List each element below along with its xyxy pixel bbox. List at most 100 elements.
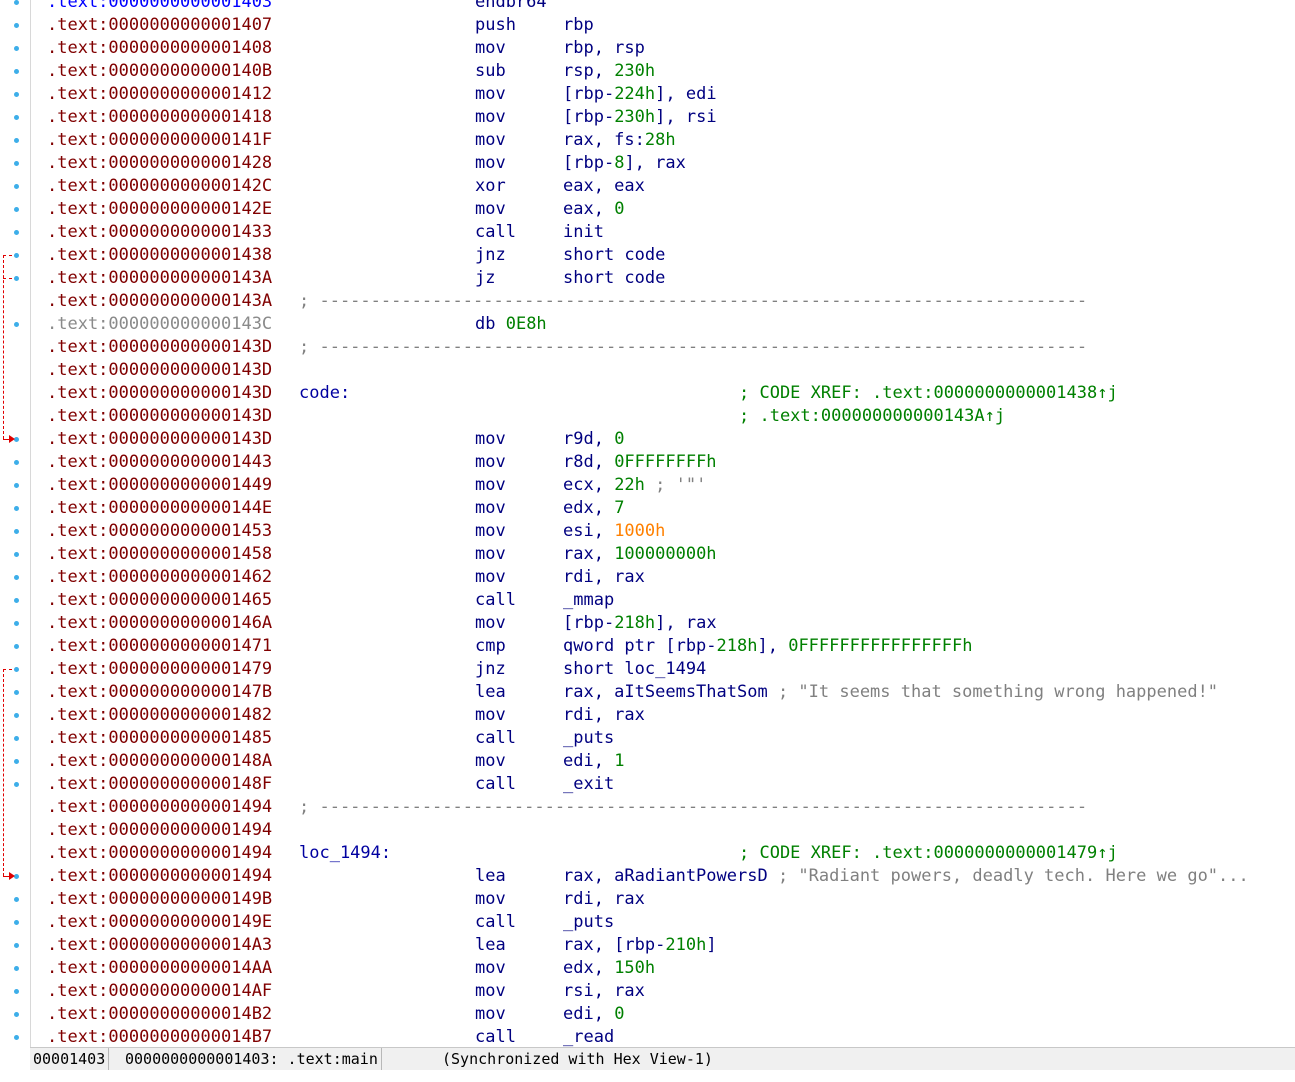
operand-token: ], edi [655, 84, 717, 104]
operand-token: _exit [563, 774, 615, 794]
instruction-mnemonic: jz [475, 268, 496, 288]
instruction-mnemonic: mov [475, 958, 506, 978]
instruction-mnemonic: mov [475, 751, 506, 771]
instruction-mnemonic: mov [475, 38, 506, 58]
instruction-operands[interactable]: _puts [563, 727, 614, 750]
instruction-operands[interactable]: rsi, rax [563, 980, 645, 1003]
line-address: .text:0000000000001438 [47, 245, 273, 265]
instruction-operands[interactable]: [rbp-218h], rax [563, 612, 717, 635]
line-address: .text:000000000000143D [47, 337, 273, 357]
line-address: .text:0000000000001418 [47, 107, 273, 127]
operand-token: esi, [563, 521, 615, 541]
instruction-operands[interactable]: short code [563, 267, 665, 290]
line-address: .text:0000000000001428 [47, 153, 273, 173]
instruction-operands[interactable]: rsp, 230h [563, 60, 655, 83]
operand-token: [rbp- [563, 107, 615, 127]
operand-token: rax, fs: [563, 130, 645, 150]
operand-token: ], rsi [655, 107, 717, 127]
operand-token: rsi, rax [563, 981, 645, 1001]
xref-comment: ; .text:000000000000143A↑j [739, 406, 1006, 426]
line-address: .text:000000000000143C [47, 314, 273, 334]
instruction-mnemonic: call [475, 774, 516, 794]
separator-line: ; --------------------------------------… [299, 797, 1088, 817]
operand-token: ], [757, 636, 789, 656]
operand-token: eax, eax [563, 176, 645, 196]
operand-token: rsp, [563, 61, 615, 81]
instruction-mnemonic: call [475, 222, 516, 242]
line-address: .text:0000000000001412 [47, 84, 273, 104]
instruction-operands[interactable]: [rbp-230h], rsi [563, 106, 717, 129]
line-address: .text:000000000000141F [47, 130, 273, 150]
status-location: 0000000000001403: .text:main [122, 1048, 382, 1070]
instruction-operands[interactable]: short code [563, 244, 665, 267]
directive-value: 0E8h [505, 314, 547, 334]
line-address: .text:00000000000014B2 [47, 1004, 273, 1024]
operand-token: 150h [614, 958, 656, 978]
instruction-mnemonic: call [475, 1027, 516, 1047]
instruction-mnemonic: call [475, 912, 516, 932]
instruction-operands[interactable]: eax, eax [563, 175, 645, 198]
instruction-mnemonic: mov [475, 498, 506, 518]
instruction-operands[interactable]: init [563, 221, 604, 244]
instruction-operands[interactable]: rax, aItSeemsThatSom ; "It seems that so… [563, 681, 1218, 704]
instruction-operands[interactable]: rdi, rax [563, 888, 645, 911]
line-address: .text:00000000000014A3 [47, 935, 273, 955]
instruction-operands[interactable]: ecx, 22h ; '"' [563, 474, 706, 497]
instruction-operands[interactable]: edx, 7 [563, 497, 624, 520]
line-address: .text:0000000000001458 [47, 544, 273, 564]
instruction-mnemonic: xor [475, 176, 506, 196]
instruction-operands[interactable]: esi, 1000h [563, 520, 665, 543]
instruction-operands[interactable]: rdi, rax [563, 566, 645, 589]
instruction-operands[interactable]: short loc_1494 [563, 658, 706, 681]
instruction-mnemonic: mov [475, 84, 506, 104]
instruction-operands[interactable]: rbp, rsp [563, 37, 645, 60]
line-address: .text:0000000000001433 [47, 222, 273, 242]
operand-token: ] [706, 935, 717, 955]
operand-token: rax, aRadiantPowersD [563, 866, 768, 886]
operand-token: 1000h [614, 521, 666, 541]
line-address: .text:0000000000001453 [47, 521, 273, 541]
instruction-operands[interactable]: rax, aRadiantPowersD ; "Radiant powers, … [563, 865, 1249, 888]
operand-token: ecx, [563, 475, 615, 495]
operand-token: rax, [rbp- [563, 935, 666, 955]
disassembly-listing[interactable]: .text:0000000000001403 endbr64 .text:00000… [0, 0, 1295, 1047]
instruction-operands[interactable]: edx, 150h [563, 957, 655, 980]
xref-comment: ; CODE XREF: .text:0000000000001479↑j [739, 843, 1118, 863]
instruction-operands[interactable]: edi, 1 [563, 750, 624, 773]
instruction-operands[interactable]: r8d, 0FFFFFFFFh [563, 451, 717, 474]
instruction-operands[interactable]: rax, fs:28h [563, 129, 676, 152]
code-label[interactable]: loc_1494: [299, 842, 391, 865]
instruction-mnemonic: endbr64 [475, 0, 547, 12]
instruction-operands[interactable]: rax, 100000000h [563, 543, 717, 566]
line-address: .text:0000000000001494 [47, 820, 273, 840]
instruction-operands[interactable]: r9d, 0 [563, 428, 624, 451]
line-address: .text:0000000000001485 [47, 728, 273, 748]
directive-keyword: db [475, 314, 506, 334]
instruction-operands[interactable]: rax, [rbp-210h] [563, 934, 717, 957]
instruction-operands[interactable]: qword ptr [rbp-218h], 0FFFFFFFFFFFFFFFFh [563, 635, 972, 658]
instruction-operands[interactable]: [rbp-224h], edi [563, 83, 717, 106]
instruction-operands[interactable]: eax, 0 [563, 198, 624, 221]
line-address: .text:000000000000143A [47, 268, 273, 288]
instruction-mnemonic: jnz [475, 659, 506, 679]
operand-token: 1 [614, 751, 625, 771]
instruction-mnemonic: mov [475, 475, 506, 495]
operand-token: rdi, rax [563, 567, 645, 587]
instruction-operands[interactable]: rdi, rax [563, 704, 645, 727]
instruction-operands[interactable]: rbp [563, 14, 594, 37]
instruction-mnemonic: lea [475, 935, 506, 955]
operand-token: [rbp- [563, 613, 615, 633]
operand-comment: ; "Radiant powers, deadly tech. Here we … [767, 866, 1249, 886]
data-directive: db 0E8h [475, 313, 547, 336]
code-label[interactable]: code: [299, 382, 350, 405]
instruction-operands[interactable]: _mmap [563, 589, 614, 612]
instruction-operands[interactable]: edi, 0 [563, 1003, 624, 1026]
instruction-operands[interactable]: _read [563, 1026, 614, 1047]
instruction-operands[interactable]: _puts [563, 911, 614, 934]
instruction-operands[interactable]: [rbp-8], rax [563, 152, 686, 175]
operand-token: 210h [665, 935, 707, 955]
instruction-operands[interactable]: _exit [563, 773, 614, 796]
separator-line: ; --------------------------------------… [299, 291, 1088, 311]
operand-token: short loc_1494 [563, 659, 707, 679]
line-address: .text:000000000000143D [47, 360, 273, 380]
